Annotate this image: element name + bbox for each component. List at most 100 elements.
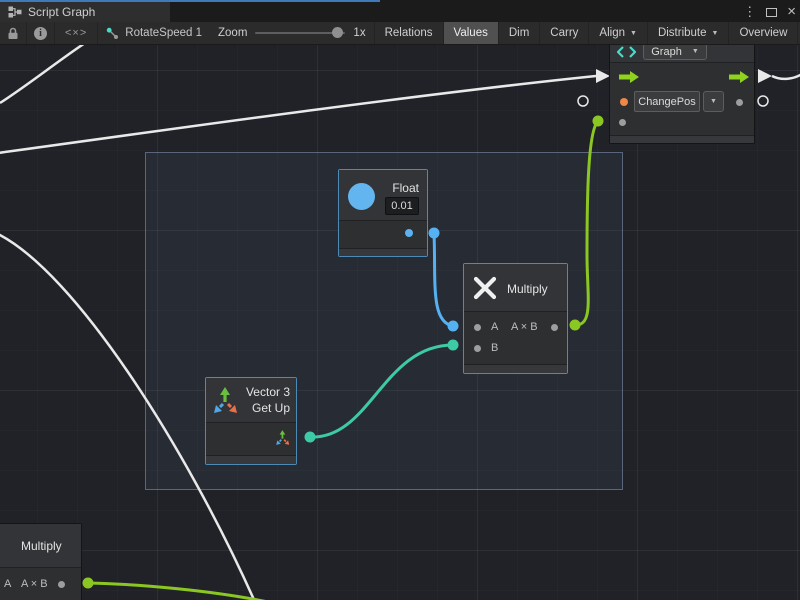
dim-button[interactable]: Dim bbox=[499, 22, 540, 44]
zoom-slider-track[interactable] bbox=[255, 32, 345, 34]
node-header: Float 0.01 bbox=[339, 170, 427, 221]
multiply-node[interactable]: Multiply A A × B B bbox=[463, 263, 568, 374]
value-wire-multiply-to-variable[interactable] bbox=[575, 121, 598, 325]
lock-icon bbox=[7, 27, 19, 40]
node-title: Float bbox=[392, 181, 419, 195]
node-footer bbox=[206, 455, 296, 464]
variable-scope-dropdown[interactable]: Graph ▼ bbox=[643, 45, 707, 60]
relations-button[interactable]: Relations bbox=[375, 22, 444, 44]
output-label: A × B bbox=[511, 321, 538, 333]
breadcrumb-label: RotateSpeed 1 bbox=[125, 27, 202, 39]
zoom-slider-handle[interactable] bbox=[332, 27, 343, 38]
node-title: Multiply bbox=[21, 539, 62, 553]
fallback-input-port[interactable] bbox=[619, 119, 626, 126]
info-button[interactable]: i bbox=[27, 22, 55, 44]
node-header: Graph ▼ bbox=[610, 45, 754, 63]
align-label: Align bbox=[599, 27, 625, 39]
flow-wire[interactable] bbox=[0, 76, 596, 153]
port-b-label: B bbox=[491, 342, 498, 354]
wire-endpoint bbox=[593, 116, 604, 127]
script-graph-window: Script Graph ⋮ × i <×> RotateS bbox=[0, 0, 800, 600]
window-menu-icon[interactable]: ⋮ bbox=[743, 2, 756, 22]
lock-button[interactable] bbox=[0, 22, 27, 44]
code-brackets-icon bbox=[617, 46, 636, 58]
unconnected-port-circle[interactable] bbox=[578, 96, 588, 106]
vector3-output-port-icon[interactable] bbox=[275, 429, 291, 446]
graph-toolbar: i <×> RotateSpeed 1 Zoom 1x Relations Va… bbox=[0, 22, 800, 45]
multiply-icon bbox=[473, 276, 497, 300]
float-node[interactable]: Float 0.01 bbox=[338, 169, 428, 257]
node-footer bbox=[610, 135, 754, 143]
code-view-button[interactable]: <×> bbox=[55, 22, 98, 44]
value-wire-float-to-multiply[interactable] bbox=[434, 233, 453, 326]
value-wire-multiply2-out[interactable] bbox=[88, 583, 268, 600]
flow-output-triangle[interactable] bbox=[758, 69, 772, 83]
value-input-port[interactable] bbox=[620, 98, 628, 106]
wire-endpoint bbox=[83, 578, 94, 589]
scope-label: Graph bbox=[651, 46, 682, 58]
chevron-down-icon: ▼ bbox=[710, 98, 717, 105]
flow-wire[interactable] bbox=[0, 45, 85, 103]
variable-name-value: ChangePos bbox=[638, 96, 696, 108]
graph-tab-icon bbox=[8, 6, 22, 18]
wire-endpoint bbox=[448, 340, 459, 351]
breadcrumb[interactable]: RotateSpeed 1 bbox=[98, 22, 210, 44]
variable-name-dropdown[interactable]: ▼ bbox=[703, 91, 724, 112]
zoom-value: 1x bbox=[353, 27, 365, 39]
node-header: Multiply bbox=[0, 524, 81, 568]
unconnected-port-circle[interactable] bbox=[758, 96, 768, 106]
tab-bar: Script Graph ⋮ × bbox=[0, 0, 800, 22]
float-icon bbox=[348, 183, 375, 210]
node-footer bbox=[339, 248, 427, 256]
set-variable-node[interactable]: Graph ▼ ChangePos ▼ bbox=[609, 45, 755, 144]
carry-button[interactable]: Carry bbox=[540, 22, 589, 44]
values-button[interactable]: Values bbox=[444, 22, 499, 44]
zoom-control: Zoom 1x bbox=[210, 22, 375, 44]
port-a-label: A bbox=[491, 321, 498, 333]
dim-label: Dim bbox=[509, 27, 529, 39]
overview-button[interactable]: Overview bbox=[729, 22, 798, 44]
wire-endpoint bbox=[448, 321, 459, 332]
tab-script-graph[interactable]: Script Graph bbox=[0, 2, 170, 22]
value-wire-getup-to-multiply[interactable] bbox=[310, 345, 453, 437]
node-header: Vector 3 Get Up bbox=[206, 378, 296, 423]
chevron-down-icon: ▼ bbox=[630, 30, 637, 37]
flow-in-arrow-icon[interactable] bbox=[619, 71, 639, 83]
info-icon: i bbox=[34, 27, 47, 40]
input-port-b[interactable] bbox=[474, 345, 481, 352]
output-port[interactable] bbox=[58, 581, 65, 588]
values-label: Values bbox=[454, 27, 488, 39]
graph-asset-icon bbox=[106, 27, 119, 40]
distribute-button[interactable]: Distribute ▼ bbox=[648, 22, 730, 44]
close-icon[interactable]: × bbox=[787, 2, 796, 22]
value-output-port[interactable] bbox=[736, 99, 743, 106]
window-controls: ⋮ × bbox=[743, 2, 796, 22]
graph-canvas[interactable]: Graph ▼ ChangePos ▼ bbox=[0, 45, 800, 600]
flow-input-triangle[interactable] bbox=[596, 69, 610, 83]
variable-name-field[interactable]: ChangePos bbox=[634, 91, 700, 112]
float-output-port[interactable] bbox=[405, 229, 413, 237]
maximize-icon[interactable] bbox=[766, 8, 777, 17]
flow-out-arrow-icon[interactable] bbox=[729, 71, 749, 83]
input-port-a[interactable] bbox=[474, 324, 481, 331]
chevron-down-icon: ▼ bbox=[692, 48, 699, 55]
output-port[interactable] bbox=[551, 324, 558, 331]
wire-endpoint bbox=[429, 228, 440, 239]
code-icon: <×> bbox=[65, 27, 87, 39]
relations-label: Relations bbox=[385, 27, 433, 39]
overview-label: Overview bbox=[739, 27, 787, 39]
wire-endpoint bbox=[305, 432, 316, 443]
float-value-input[interactable]: 0.01 bbox=[385, 197, 419, 215]
vector3-get-up-node[interactable]: Vector 3 Get Up bbox=[205, 377, 297, 465]
distribute-label: Distribute bbox=[658, 27, 707, 39]
chevron-down-icon: ▼ bbox=[712, 30, 719, 37]
port-a-label: A bbox=[4, 578, 11, 590]
zoom-label: Zoom bbox=[218, 27, 247, 39]
carry-label: Carry bbox=[550, 27, 578, 39]
multiply-node-partial[interactable]: Multiply A A × B bbox=[0, 523, 82, 600]
flow-wire[interactable] bbox=[772, 74, 800, 79]
align-button[interactable]: Align ▼ bbox=[589, 22, 648, 44]
wire-endpoint bbox=[570, 320, 581, 331]
node-title: Multiply bbox=[507, 282, 548, 296]
node-header: Multiply bbox=[464, 264, 567, 312]
